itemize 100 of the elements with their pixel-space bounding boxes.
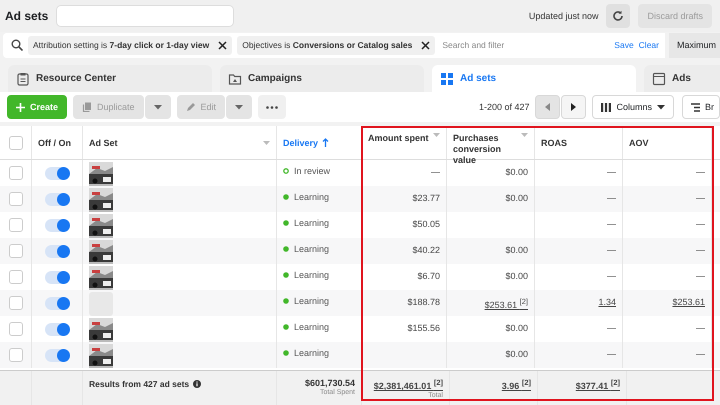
update-status: Updated just now (528, 11, 598, 21)
metric-link[interactable]: $253.61 $^{[2]}$ (484, 297, 528, 310)
image-placeholder-icon (89, 292, 113, 316)
maximum-button[interactable]: Maximum (668, 32, 720, 58)
total-value: $601,730.54 (304, 378, 355, 388)
column-header[interactable]: ROAS (535, 126, 623, 159)
page-range: 1-200 of 427 (478, 102, 530, 112)
filter-link[interactable]: Clear (638, 40, 659, 50)
breakdown-button[interactable]: Br (682, 95, 720, 119)
toggle-switch[interactable] (45, 296, 69, 310)
delivery-status: In review (294, 166, 330, 176)
delivery-status: Learning (294, 322, 330, 332)
delivery-status: Learning (294, 348, 330, 358)
caret-icon[interactable] (521, 133, 528, 137)
filter-bar[interactable]: Attribution setting is 7-day click or 1-day view Objectives is Conversions or Catalog sales Search and filter Save Clear (3, 32, 665, 58)
copy-icon (82, 102, 92, 112)
tab-label: Campaigns (248, 73, 302, 84)
next-page-button[interactable] (561, 95, 586, 119)
more-button[interactable] (258, 95, 286, 119)
table-cell: $0.00 (505, 271, 528, 281)
filter-chip[interactable]: Objectives is Conversions or Catalog sales (237, 36, 436, 54)
column-header[interactable]: Delivery (277, 126, 362, 159)
columns-icon (601, 102, 612, 112)
info-icon (193, 380, 202, 388)
close-icon[interactable] (218, 40, 228, 50)
toggle-switch[interactable] (45, 166, 69, 180)
table-cell: — (607, 193, 616, 203)
toggle-switch[interactable] (45, 270, 69, 284)
column-header-label: AOV (629, 138, 649, 148)
row-checkbox[interactable] (8, 166, 22, 180)
table-cell: — (607, 219, 616, 229)
table-cell: $6.70 (417, 271, 440, 281)
row-checkbox[interactable] (8, 218, 22, 232)
column-header[interactable]: Amount spent (362, 126, 447, 159)
page-title: Ad sets (5, 9, 48, 23)
column-header[interactable]: AOV (623, 126, 712, 159)
table-cell: — (696, 349, 705, 359)
row-checkbox[interactable] (8, 192, 22, 206)
total-link[interactable]: $2,381,461.01 $^{[2]}$ (374, 378, 443, 391)
table-cell: — (607, 167, 616, 177)
select-all-checkbox[interactable] (8, 136, 22, 150)
metric-link[interactable]: 1.34 (598, 297, 616, 307)
folder-icon (228, 72, 242, 86)
delivery-status: Learning (294, 244, 330, 254)
refresh-icon (612, 10, 624, 22)
table-cell: $50.05 (412, 219, 440, 229)
tab[interactable]: Resource Center (8, 65, 212, 92)
table-cell: — (607, 245, 616, 255)
delivery-status: Learning (294, 218, 330, 228)
toggle-switch[interactable] (45, 218, 69, 232)
results-summary: Results from 427 ad sets (89, 379, 190, 389)
refresh-button[interactable] (606, 4, 630, 28)
table-cell: $0.00 (505, 245, 528, 255)
table-cell: — (696, 245, 705, 255)
table-cell: $40.22 (412, 245, 440, 255)
name-field[interactable] (56, 5, 234, 27)
filter-link[interactable]: Save (614, 40, 634, 50)
tab[interactable]: Campaigns (220, 65, 424, 92)
filter-chip-label: Attribution setting is 7-day click or 1-day view (33, 40, 210, 50)
row-checkbox[interactable] (8, 244, 22, 258)
search-icon (11, 39, 23, 51)
toggle-switch[interactable] (45, 348, 69, 362)
search-field[interactable]: Search and filter (440, 39, 610, 51)
filter-chip[interactable]: Attribution setting is 7-day click or 1-day view (28, 36, 232, 54)
close-icon[interactable] (421, 40, 430, 50)
tab[interactable]: Ads (644, 65, 720, 92)
grid-icon (440, 72, 454, 86)
table-cell: — (696, 167, 705, 177)
row-checkbox[interactable] (8, 296, 22, 310)
toggle-switch[interactable] (45, 244, 69, 258)
table-cell: — (607, 271, 616, 281)
row-checkbox[interactable] (8, 322, 22, 336)
table-cell: — (696, 323, 705, 333)
total-link[interactable]: $377.41 $^{[2]}$ (576, 378, 620, 391)
caret-icon (154, 104, 162, 110)
table-cell: — (607, 349, 616, 359)
row-checkbox[interactable] (8, 348, 22, 362)
table-cell: $0.00 (505, 323, 528, 333)
window-icon (652, 72, 666, 86)
delivery-status: Learning (294, 296, 330, 306)
columns-button[interactable]: Columns (592, 95, 674, 119)
table-cell: $155.56 (407, 323, 440, 333)
row-checkbox[interactable] (8, 270, 22, 284)
filter-chip-label: Objectives is Conversions or Catalog sales (242, 40, 412, 50)
list-icon (691, 102, 700, 112)
caret-icon[interactable] (433, 133, 440, 137)
tab[interactable]: Ad sets (432, 65, 636, 92)
metric-link[interactable]: $253.61 (672, 297, 705, 307)
table-cell: $0.00 (505, 349, 528, 359)
table-cell: — (696, 193, 705, 203)
column-header-label: Off / On (38, 138, 71, 148)
total-link[interactable]: 3.96 $^{[2]}$ (502, 378, 531, 391)
toggle-switch[interactable] (45, 322, 69, 336)
table-cell: — (696, 271, 705, 281)
column-header-label: Amount spent (368, 133, 428, 143)
column-header[interactable]: Ad Set (83, 126, 277, 159)
column-header-label: Ad Set (89, 138, 118, 148)
caret-icon[interactable] (263, 141, 270, 145)
column-header[interactable]: Off / On (32, 126, 83, 159)
toggle-switch[interactable] (45, 192, 69, 206)
